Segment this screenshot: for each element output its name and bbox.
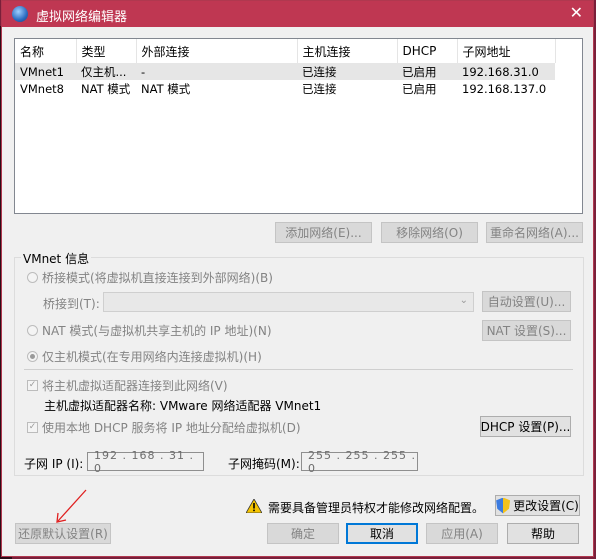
ok-button[interactable]: 确定 [267, 523, 339, 544]
admin-notice-text: 需要具备管理员特权才能修改网络配置。 [268, 501, 485, 515]
connect-adapter-checkbox[interactable]: ✓ 将主机虚拟适配器连接到此网络(V) [27, 377, 228, 394]
auto-settings-button[interactable]: 自动设置(U)... [482, 291, 571, 312]
column-header-subnet[interactable]: 子网地址 [457, 39, 556, 63]
table-cell: 已连接 [297, 63, 397, 80]
subnet-ip-field[interactable]: 192 . 168 . 31 . 0 [87, 449, 204, 475]
table-row[interactable]: VMnet8 NAT 模式 NAT 模式 已连接 已启用 192.168.137… [15, 80, 555, 97]
close-icon[interactable]: ✕ [570, 3, 583, 22]
nat-mode-radio[interactable]: NAT 模式(与虚拟机共享主机的 IP 地址)(N) [27, 322, 272, 339]
rename-network-button[interactable]: 重命名网络(A)... [486, 222, 583, 243]
table-cell: 192.168.31.0 [457, 63, 555, 80]
table-cell: - [136, 63, 297, 80]
help-button[interactable]: 帮助 [507, 523, 579, 544]
nat-mode-label: NAT 模式(与虚拟机共享主机的 IP 地址)(N) [42, 324, 272, 338]
cancel-button[interactable]: 取消 [346, 523, 418, 544]
bridged-to-select[interactable]: ⌄ [103, 292, 474, 312]
divider [24, 369, 573, 370]
table-cell: 192.168.137.0 [462, 81, 547, 96]
subnet-mask-label: 子网掩码(M): [228, 457, 300, 471]
subnet-mask-field[interactable]: 255 . 255 . 255 . 0 [301, 449, 418, 475]
radio-button [27, 272, 38, 283]
nat-settings-button[interactable]: NAT 设置(S)... [482, 320, 571, 341]
table-cell: VMnet8 [20, 81, 64, 96]
red-arrow-annotation [56, 489, 87, 523]
checkbox-checked: ✓ [27, 380, 38, 391]
uac-shield-icon [496, 497, 511, 514]
virtual-network-editor-window: 虚拟网络编辑器 ✕ 名称 类型 外部连接 主机连接 DHCP 子网地址 VMne… [1, 0, 594, 557]
table-cell: 已启用 [397, 63, 457, 80]
bridged-mode-radio[interactable]: 桥接模式(将虚拟机直接连接到外部网络)(B) [27, 269, 273, 286]
apply-button[interactable]: 应用(A) [426, 523, 498, 544]
subnet-ip-label: 子网 IP (I): [24, 457, 84, 471]
vmware-app-icon [12, 6, 28, 22]
connect-adapter-label: 将主机虚拟适配器连接到此网络(V) [42, 379, 228, 393]
column-header-dhcp[interactable]: DHCP [397, 39, 458, 63]
table-cell: NAT 模式 [81, 81, 131, 96]
vmnet-info-label: VMnet 信息 [21, 250, 92, 267]
use-dhcp-label: 使用本地 DHCP 服务将 IP 地址分配给虚拟机(D) [42, 421, 301, 435]
table-cell: 已启用 [402, 81, 437, 96]
bridged-mode-label: 桥接模式(将虚拟机直接连接到外部网络)(B) [42, 271, 273, 285]
vmnet-info-group [14, 257, 584, 476]
change-settings-button[interactable]: 更改设置(C) [495, 495, 580, 516]
radio-button-selected [27, 351, 38, 362]
table-header-row: 名称 类型 外部连接 主机连接 DHCP 子网地址 [15, 39, 556, 63]
dhcp-settings-button[interactable]: DHCP 设置(P)... [480, 416, 571, 437]
column-header-host[interactable]: 主机连接 [297, 39, 398, 63]
add-network-button[interactable]: 添加网络(E)... [275, 222, 372, 243]
column-header-type[interactable]: 类型 [76, 39, 137, 63]
change-settings-label: 更改设置(C) [513, 499, 579, 513]
title-bar: 虚拟网络编辑器 ✕ [2, 1, 593, 27]
radio-button [27, 325, 38, 336]
adapter-name-text: 主机虚拟适配器名称: VMware 网络适配器 VMnet1 [44, 399, 322, 413]
table-row[interactable]: VMnet1 仅主机... - 已连接 已启用 192.168.31.0 [15, 63, 555, 80]
table-cell: 仅主机... [76, 63, 136, 80]
column-header-external[interactable]: 外部连接 [136, 39, 298, 63]
table-cell: VMnet1 [15, 63, 76, 80]
host-only-mode-label: 仅主机模式(在专用网络内连接虚拟机)(H) [42, 350, 262, 364]
table-cell: 已连接 [302, 81, 337, 96]
bridged-to-label: 桥接到(T): [43, 297, 100, 311]
warning-icon [246, 499, 262, 513]
checkbox-checked: ✓ [27, 422, 38, 433]
window-title: 虚拟网络编辑器 [36, 10, 128, 25]
table-cell: NAT 模式 [141, 81, 191, 96]
chevron-down-icon: ⌄ [459, 295, 468, 306]
network-table: 名称 类型 外部连接 主机连接 DHCP 子网地址 VMnet1 仅主机... … [15, 39, 556, 97]
host-only-mode-radio[interactable]: 仅主机模式(在专用网络内连接虚拟机)(H) [27, 348, 262, 365]
use-dhcp-checkbox[interactable]: ✓ 使用本地 DHCP 服务将 IP 地址分配给虚拟机(D) [27, 419, 301, 436]
remove-network-button[interactable]: 移除网络(O) [381, 222, 478, 243]
network-list[interactable]: 名称 类型 外部连接 主机连接 DHCP 子网地址 VMnet1 仅主机... … [14, 38, 583, 214]
column-header-name[interactable]: 名称 [15, 39, 77, 63]
